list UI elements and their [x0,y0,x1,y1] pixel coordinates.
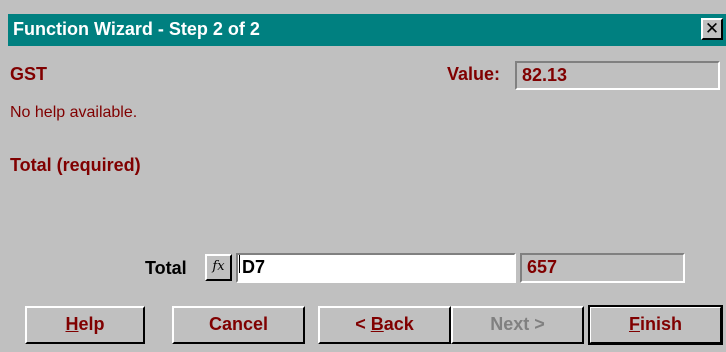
total-argument-input[interactable]: D7 [236,253,516,283]
function-name: GST [10,64,48,84]
text-cursor [239,255,240,273]
help-label-rest: elp [78,314,105,334]
fx-button[interactable]: fx [205,254,232,281]
finish-label-rest: inish [639,314,682,334]
value-label: Value: [447,64,501,84]
next-button[interactable]: Next > [451,306,584,344]
value-display: 82.13 [515,61,720,90]
cancel-label: Cancel [208,314,269,334]
value-text: 82.13 [522,65,568,85]
close-icon: ✕ [704,19,720,38]
back-label-prefix: < [355,314,371,334]
help-button[interactable]: Help [25,306,145,344]
back-mnemonic: B [370,314,384,334]
finish-button[interactable]: Finish [588,305,723,345]
finish-mnemonic: F [628,314,640,334]
argument-heading: Total (required) [10,155,141,175]
argument-result-text: 657 [527,257,558,277]
title-bar[interactable]: Function Wizard - Step 2 of 2 ✕ [8,14,726,46]
help-mnemonic: H [65,314,79,334]
close-button[interactable]: ✕ [701,18,723,40]
help-text: No help available. [10,104,138,121]
function-wizard-dialog: Function Wizard - Step 2 of 2 ✕ GST Valu… [0,0,726,352]
window-title: Function Wizard - Step 2 of 2 [13,19,260,39]
next-label: Next > [490,314,545,334]
cancel-button[interactable]: Cancel [172,306,305,344]
back-label-rest: ack [383,314,414,334]
argument-label: Total [145,258,187,278]
argument-input-text: D7 [242,257,266,277]
back-button[interactable]: < Back [318,306,451,344]
fx-icon: fx [212,259,225,274]
argument-result: 657 [520,253,685,283]
